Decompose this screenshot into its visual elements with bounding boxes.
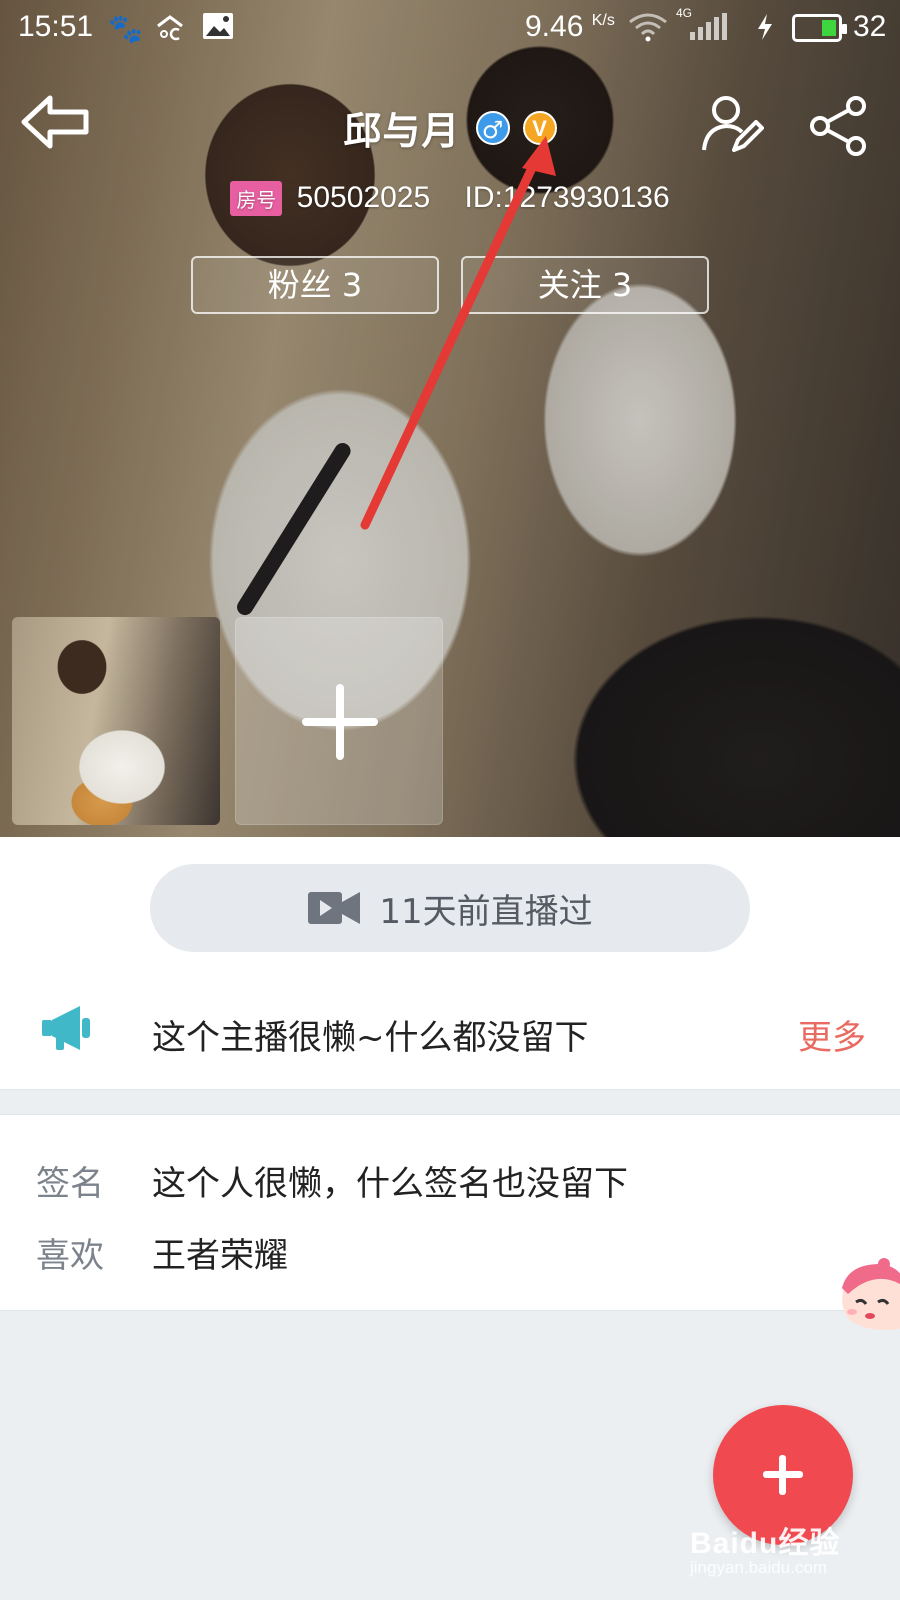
cover-photo-detail bbox=[234, 440, 354, 619]
share-button[interactable] bbox=[808, 96, 872, 156]
share-icon bbox=[810, 96, 866, 156]
more-link[interactable]: 更多 bbox=[798, 1010, 866, 1059]
vip-badge-icon[interactable]: V bbox=[522, 110, 557, 145]
watermark-brand: Baidu经验 bbox=[690, 1527, 841, 1560]
watermark: Baidu经验 jingyan.baidu.com bbox=[690, 1518, 890, 1588]
likes-label: 喜欢 bbox=[36, 1236, 104, 1276]
fans-button[interactable]: 粉丝 3 bbox=[191, 256, 439, 314]
live-history-button[interactable]: 11天前直播过 bbox=[150, 864, 750, 952]
likes-row: 喜欢 王者荣耀 bbox=[0, 1228, 900, 1288]
signal-icon bbox=[690, 13, 727, 40]
floating-mascot-icon[interactable] bbox=[834, 1258, 900, 1334]
edit-profile-icon bbox=[702, 96, 764, 152]
watermark-url: jingyan.baidu.com bbox=[690, 1558, 828, 1577]
battery-icon bbox=[792, 14, 847, 42]
charging-icon bbox=[755, 12, 775, 49]
likes-value: 王者荣耀 bbox=[152, 1236, 288, 1276]
status-bar: 15:51 🐾 9.46 K/s 4G 32 bbox=[0, 0, 900, 56]
image-notification-icon bbox=[202, 12, 234, 47]
nickname: 邱与月 bbox=[343, 109, 461, 153]
battery-percent: 32 bbox=[853, 10, 887, 43]
signature-row: 签名 这个人很懒，什么签名也没留下 bbox=[0, 1156, 900, 1216]
add-photo-button[interactable] bbox=[235, 617, 443, 825]
notice-text: 这个主播很懒~什么都没留下 bbox=[152, 1018, 589, 1058]
gender-male-icon: ♂ bbox=[475, 110, 510, 145]
room-info: 房号 50502025 ID:1273930136 bbox=[0, 180, 900, 216]
notice-row[interactable]: 这个主播很懒~什么都没留下 更多 bbox=[0, 990, 900, 1078]
baidu-paw-icon: 🐾 bbox=[108, 12, 143, 45]
profile-title: 邱与月 ♂ V bbox=[0, 100, 900, 155]
network-speed: 9.46 K/s bbox=[525, 10, 615, 43]
weather-icon bbox=[155, 12, 185, 49]
edit-profile-button[interactable] bbox=[700, 92, 764, 156]
following-button[interactable]: 关注 3 bbox=[461, 256, 709, 314]
room-number: 50502025 bbox=[296, 181, 431, 215]
room-tag: 房号 bbox=[230, 180, 283, 216]
wifi-icon bbox=[628, 12, 668, 49]
section-divider bbox=[0, 1089, 900, 1115]
live-history-text: 11天前直播过 bbox=[379, 891, 593, 932]
megaphone-icon bbox=[42, 1006, 90, 1050]
signature-value: 这个人很懒，什么签名也没留下 bbox=[152, 1164, 628, 1204]
video-camera-icon bbox=[308, 892, 361, 924]
status-time: 15:51 bbox=[18, 10, 94, 43]
user-id: ID:1273930136 bbox=[464, 181, 670, 215]
signature-label: 签名 bbox=[36, 1164, 104, 1204]
photo-thumbnail[interactable] bbox=[12, 617, 220, 825]
